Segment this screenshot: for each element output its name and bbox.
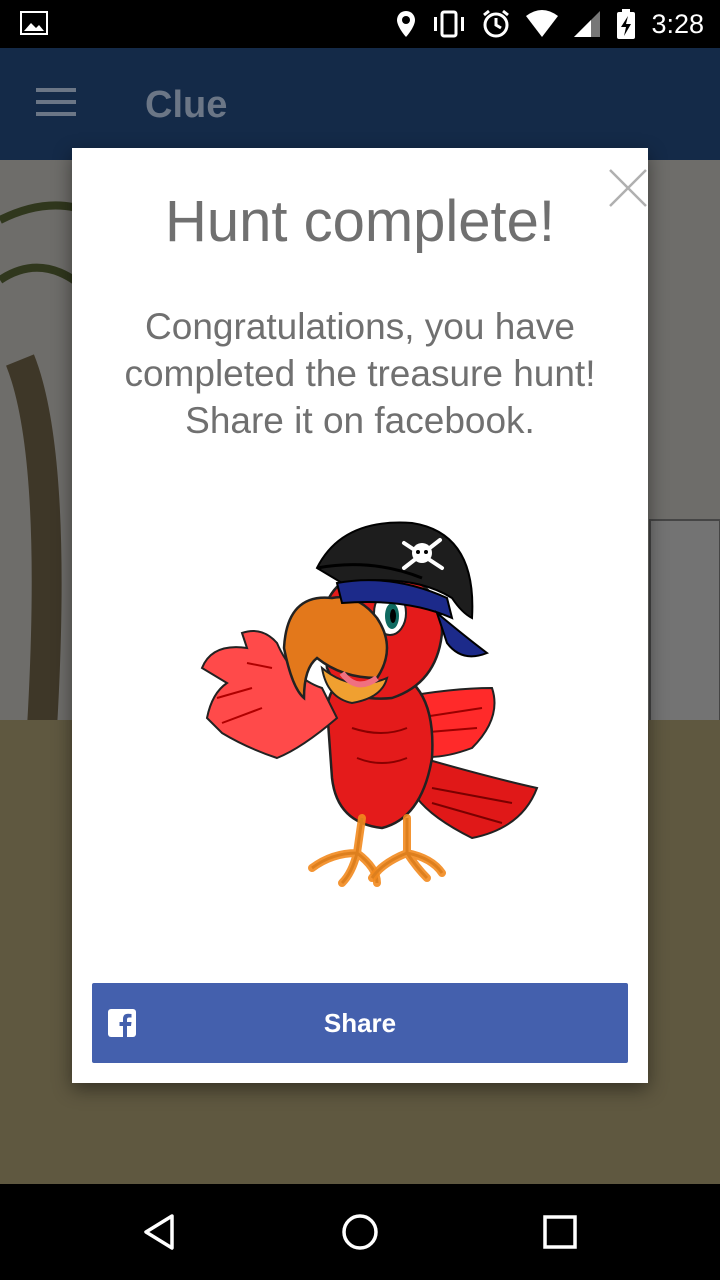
dialog-title: Hunt complete!: [164, 189, 556, 254]
alarm-icon: [483, 9, 510, 38]
battery-charging-icon: [617, 9, 636, 39]
share-button[interactable]: Share: [92, 983, 628, 1063]
pirate-parrot-illustration: [200, 521, 539, 887]
hunt-complete-dialog: Hunt complete! Congratulations, you have…: [72, 148, 648, 1083]
vibrate-icon: [434, 10, 465, 38]
back-icon[interactable]: [140, 1212, 180, 1252]
share-button-label: Share: [323, 1008, 397, 1038]
location-icon: [397, 11, 416, 37]
app-bar: Clue: [0, 48, 720, 160]
signal-icon: [574, 11, 601, 37]
status-time: 3:28: [651, 8, 704, 39]
menu-icon[interactable]: [36, 88, 76, 120]
recents-icon[interactable]: [540, 1212, 580, 1252]
dialog-message: Congratulations, you have completed the …: [124, 306, 596, 441]
status-bar: 3:28: [0, 0, 720, 48]
home-icon[interactable]: [340, 1212, 380, 1252]
image-icon: [20, 11, 48, 35]
wifi-icon: [526, 10, 559, 37]
app-title: Clue: [145, 84, 228, 126]
navigation-bar: [0, 1184, 720, 1280]
